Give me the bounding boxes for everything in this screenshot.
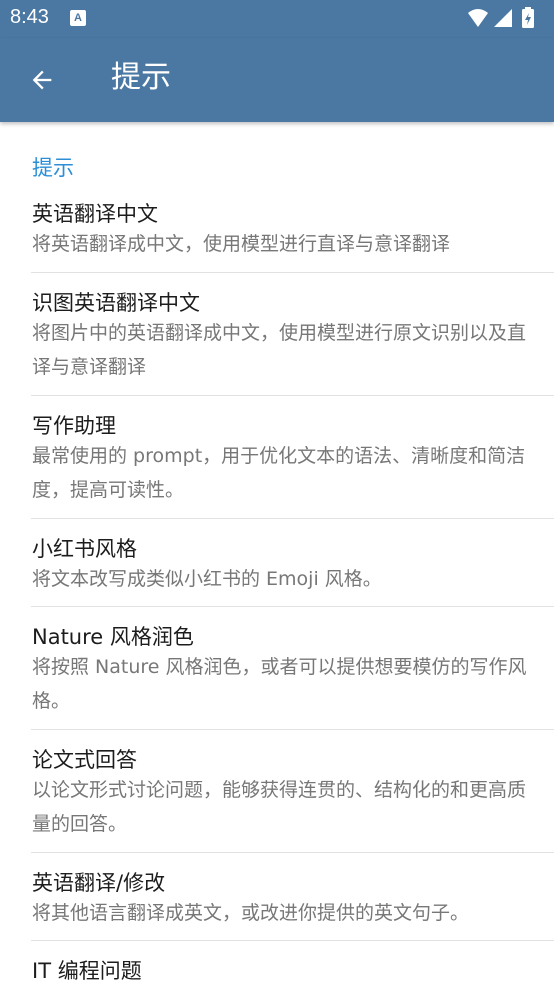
item-description: 将图片中的英语翻译成中文，使用模型进行原文识别以及直译与意译翻译	[32, 322, 527, 378]
item-description: 将文本改写成类似小红书的 Emoji 风格。	[32, 568, 382, 590]
item-title: 英语翻译中文	[32, 202, 158, 226]
list-item[interactable]: 识图英语翻译中文 将图片中的英语翻译成中文，使用模型进行原文识别以及直译与意译翻…	[0, 273, 554, 395]
item-title: 写作助理	[32, 414, 116, 438]
list-item[interactable]: IT 编程问题	[0, 941, 554, 984]
wifi-icon	[468, 9, 488, 27]
item-title: 英语翻译/修改	[32, 871, 166, 895]
arrow-back-icon	[32, 70, 52, 90]
item-title: 识图英语翻译中文	[32, 291, 200, 315]
item-description: 以论文形式讨论问题，能够获得连贯的、结构化的和更高质量的回答。	[32, 779, 527, 835]
item-title: Nature 风格润色	[32, 625, 194, 649]
signal-icon	[494, 9, 512, 27]
list-item[interactable]: Nature 风格润色 将按照 Nature 风格润色，或者可以提供想要模仿的写…	[0, 607, 554, 729]
list-item[interactable]: 写作助理 最常使用的 prompt，用于优化文本的语法、清晰度和简洁度，提高可读…	[0, 396, 554, 518]
page-title: 提示	[111, 60, 171, 95]
item-description: 最常使用的 prompt，用于优化文本的语法、清晰度和简洁度，提高可读性。	[32, 445, 526, 501]
back-button[interactable]	[22, 60, 62, 100]
list-item[interactable]: 小红书风格 将文本改写成类似小红书的 Emoji 风格。	[0, 519, 554, 607]
item-title: 小红书风格	[32, 537, 137, 561]
list-item[interactable]: 英语翻译中文 将英语翻译成中文，使用模型进行直译与意译翻译	[0, 188, 554, 273]
status-icons	[466, 7, 546, 31]
section-header: 提示	[32, 156, 74, 180]
status-time: 8:43	[10, 6, 49, 28]
item-title: IT 编程问题	[32, 959, 142, 983]
status-bar: 8:43 A	[0, 0, 554, 38]
list-item[interactable]: 论文式回答 以论文形式讨论问题，能够获得连贯的、结构化的和更高质量的回答。	[0, 730, 554, 852]
item-description: 将英语翻译成中文，使用模型进行直译与意译翻译	[32, 233, 451, 255]
item-title: 论文式回答	[32, 748, 137, 772]
list-item[interactable]: 英语翻译/修改 将其他语言翻译成英文，或改进你提供的英文句子。	[0, 853, 554, 941]
battery-icon	[522, 7, 534, 28]
notification-a-icon: A	[70, 10, 86, 26]
app-bar: 提示	[0, 38, 554, 122]
item-description: 将其他语言翻译成英文，或改进你提供的英文句子。	[32, 902, 470, 924]
item-description: 将按照 Nature 风格润色，或者可以提供想要模仿的写作风格。	[32, 656, 527, 712]
